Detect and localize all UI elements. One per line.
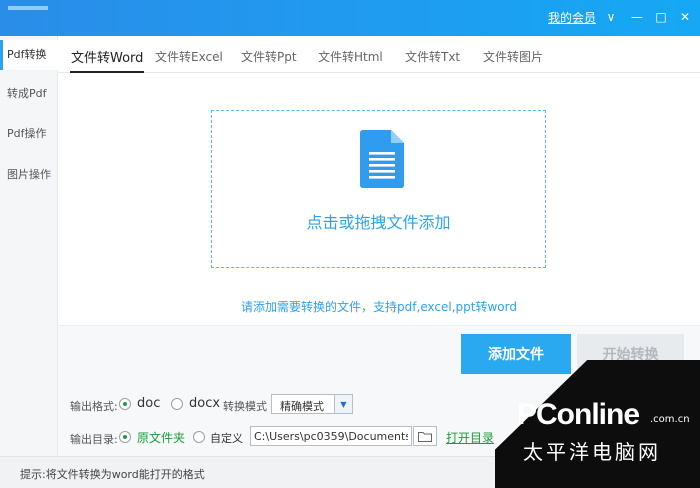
maximize-button[interactable]: □ bbox=[652, 8, 670, 26]
tab-to-html[interactable]: 文件转Html bbox=[318, 48, 383, 65]
tab-to-image[interactable]: 文件转图片 bbox=[483, 48, 543, 65]
radio-custom-folder[interactable] bbox=[193, 431, 205, 443]
docx-option-label[interactable]: docx bbox=[189, 396, 220, 411]
sidebar-item-image-ops[interactable]: 图片操作 bbox=[0, 160, 58, 190]
close-button[interactable]: ✕ bbox=[676, 8, 694, 26]
minimize-button[interactable]: — bbox=[628, 8, 646, 26]
tab-to-word[interactable]: 文件转Word bbox=[71, 47, 143, 66]
sidebar-item-to-pdf[interactable]: 转成Pdf bbox=[0, 79, 58, 109]
chevron-down-icon[interactable]: ∨ bbox=[602, 8, 620, 26]
tab-bar: 文件转Word 文件转Excel 文件转Ppt 文件转Html 文件转Txt 文… bbox=[58, 36, 700, 73]
radio-doc[interactable] bbox=[119, 398, 131, 410]
drop-zone-text: 点击或拖拽文件添加 bbox=[306, 213, 451, 232]
document-icon bbox=[360, 130, 404, 188]
convert-mode-select[interactable]: 精确模式 ▼ bbox=[271, 394, 353, 414]
browse-folder-button[interactable] bbox=[413, 426, 437, 446]
status-text: 提示:将文件转换为word能打开的格式 bbox=[20, 468, 205, 481]
supported-formats-hint: 请添加需要转换的文件，支持pdf,excel,ppt转word bbox=[241, 300, 517, 314]
doc-option-label[interactable]: doc bbox=[137, 396, 160, 411]
convert-mode-value: 精确模式 bbox=[280, 400, 324, 413]
sidebar-item-pdf-ops[interactable]: Pdf操作 bbox=[0, 119, 58, 149]
file-drop-zone[interactable]: 点击或拖拽文件添加 bbox=[211, 110, 546, 268]
original-folder-label[interactable]: 原文件夹 bbox=[137, 429, 185, 446]
tab-to-ppt[interactable]: 文件转Ppt bbox=[241, 48, 297, 65]
add-file-button[interactable]: 添加文件 bbox=[461, 334, 571, 374]
title-bar: 我的会员 ∨ — □ ✕ bbox=[0, 0, 700, 36]
radio-original-folder[interactable] bbox=[119, 431, 131, 443]
output-dir-label: 输出目录: bbox=[70, 433, 118, 446]
dropdown-arrow-icon: ▼ bbox=[334, 395, 352, 413]
my-membership-link[interactable]: 我的会员 bbox=[548, 9, 596, 26]
sidebar: Pdf转换 转成Pdf Pdf操作 图片操作 bbox=[0, 36, 58, 456]
tab-to-excel[interactable]: 文件转Excel bbox=[155, 48, 223, 65]
tab-to-txt[interactable]: 文件转Txt bbox=[405, 48, 460, 65]
app-logo bbox=[8, 6, 48, 10]
status-bar: 提示:将文件转换为word能打开的格式 bbox=[0, 456, 700, 488]
convert-mode-label: 转换模式 bbox=[223, 400, 267, 413]
sidebar-item-pdf-convert[interactable]: Pdf转换 bbox=[0, 40, 58, 70]
start-convert-button[interactable]: 开始转换 bbox=[577, 334, 684, 374]
radio-docx[interactable] bbox=[171, 398, 183, 410]
output-path-input[interactable] bbox=[250, 426, 412, 446]
active-tab-indicator bbox=[70, 71, 144, 73]
open-directory-link[interactable]: 打开目录 bbox=[446, 429, 494, 446]
custom-folder-label[interactable]: 自定义 bbox=[210, 430, 243, 446]
output-format-label: 输出格式: bbox=[70, 400, 118, 413]
folder-icon bbox=[418, 431, 432, 442]
